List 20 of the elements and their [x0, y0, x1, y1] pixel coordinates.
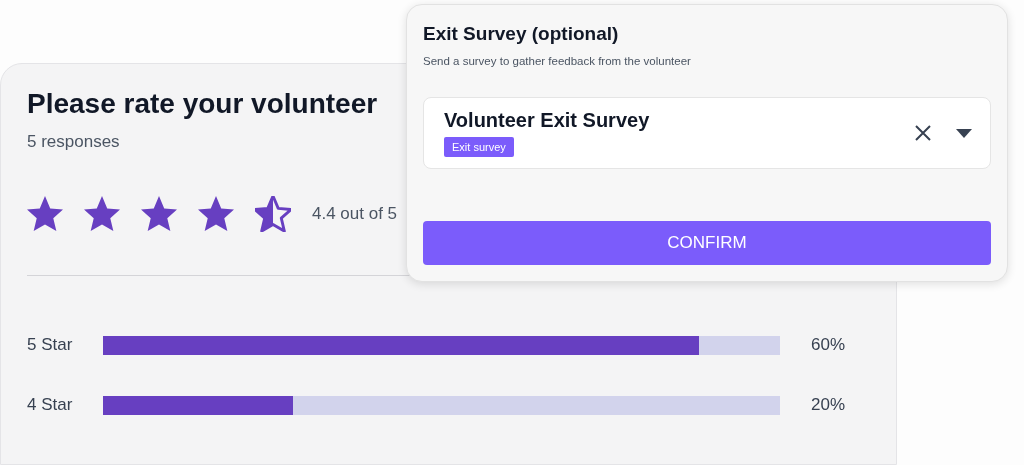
caret-icon[interactable]	[956, 128, 972, 138]
star-icon	[255, 196, 291, 232]
confirm-button[interactable]: CONFIRM	[423, 221, 991, 265]
rating-text: 4.4 out of 5	[312, 204, 398, 224]
survey-select[interactable]: Volunteer Exit Survey Exit survey	[423, 97, 991, 169]
dialog-subtitle: Send a survey to gather feedback from the volunteer	[423, 55, 692, 67]
response-count: 5 responses	[27, 132, 120, 152]
percent-text: 60%	[810, 335, 845, 355]
survey-tag: Exit survey	[444, 137, 514, 157]
star-icon	[141, 196, 177, 232]
select-value: Volunteer Exit Survey	[444, 109, 650, 132]
percent-text: 20%	[810, 395, 845, 415]
dialog-title: Exit Survey (optional)	[423, 23, 620, 45]
card-title: Please rate your volunteer	[27, 88, 378, 120]
star-icon	[198, 196, 234, 232]
star-icon	[84, 196, 120, 232]
clear-icon[interactable]	[914, 124, 932, 142]
row-label: 4 Star	[27, 395, 74, 415]
row-label: 5 Star	[27, 335, 74, 355]
star-icon	[27, 196, 63, 232]
